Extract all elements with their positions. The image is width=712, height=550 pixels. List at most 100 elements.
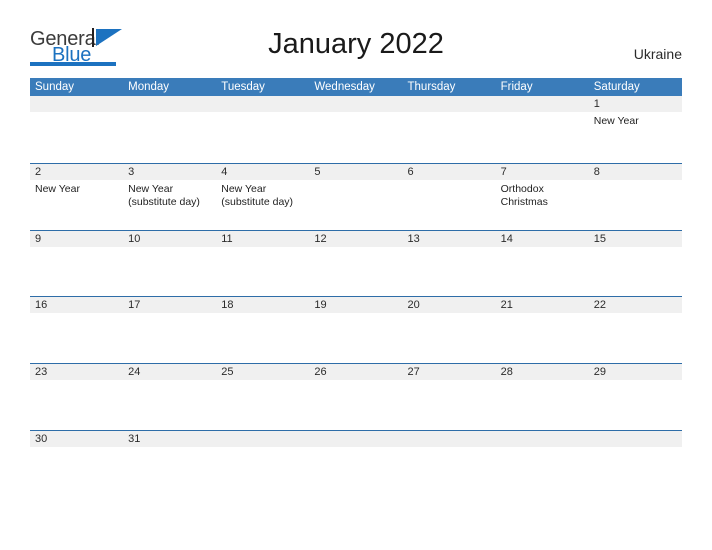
- calendar-week-row: 2 3 4 5 6 7 8 New Year New Year (substitute day) N…: [30, 162, 682, 230]
- day-number-empty: [216, 431, 309, 447]
- day-number[interactable]: 27: [403, 364, 496, 380]
- event-line: Christmas: [500, 196, 548, 208]
- day-number[interactable]: 2: [30, 164, 123, 180]
- day-event-text: New Year: [589, 112, 682, 161]
- day-cell-empty: [496, 112, 589, 161]
- event-line: New Year: [221, 182, 267, 195]
- day-number-band: 23 24 25 26 27 28 29: [30, 364, 682, 381]
- calendar-week-row: 30 31: [30, 429, 682, 497]
- calendar-week-row: 23 24 25 26 27 28 29: [30, 363, 682, 430]
- day-number[interactable]: 4: [216, 164, 309, 180]
- day-number[interactable]: 22: [589, 297, 682, 313]
- day-number-empty: [589, 431, 682, 447]
- day-number[interactable]: 23: [30, 364, 123, 380]
- day-number-band: 9 10 11 12 13 14 15: [30, 230, 682, 247]
- day-cell-empty: [403, 447, 496, 496]
- day-number-empty: [496, 431, 589, 447]
- day-event-band: [30, 247, 682, 296]
- day-number[interactable]: 18: [216, 297, 309, 313]
- weekday-header-thursday: Thursday: [407, 81, 456, 93]
- weekday-header-friday: Friday: [500, 81, 533, 93]
- calendar-page: General Blue January 2022 Ukraine Sunday…: [0, 0, 712, 550]
- day-number[interactable]: 21: [496, 297, 589, 313]
- day-number-empty: [496, 96, 589, 112]
- day-number[interactable]: 28: [496, 364, 589, 380]
- event-line: New Year: [593, 115, 639, 127]
- day-cell-empty: [309, 380, 402, 429]
- day-cell-empty: [309, 112, 402, 161]
- event-line: (substitute day): [128, 196, 200, 208]
- day-number[interactable]: 17: [123, 297, 216, 313]
- day-number[interactable]: 16: [30, 297, 123, 313]
- day-number[interactable]: 5: [309, 164, 402, 180]
- event-line: New Year: [35, 182, 80, 195]
- day-cell-empty: [123, 380, 216, 429]
- day-cell-empty: [496, 447, 589, 496]
- day-number[interactable]: 26: [309, 364, 402, 380]
- weekday-header-tuesday: Tuesday: [221, 81, 265, 93]
- day-number[interactable]: 24: [123, 364, 216, 380]
- day-cell-empty: [216, 112, 309, 161]
- calendar-week-row: 16 17 18 19 20 21 22: [30, 296, 682, 363]
- day-number[interactable]: 20: [403, 297, 496, 313]
- event-line: (substitute day): [221, 196, 294, 208]
- event-line: New Year: [128, 182, 174, 195]
- day-number-empty: [309, 96, 402, 112]
- calendar-weeks: 1 New Year 2 3 4 5 6 7 8 New Year New Year (substit…: [30, 96, 682, 497]
- day-event-text: New Year (substitute day): [123, 180, 216, 229]
- day-cell-empty: [309, 313, 402, 362]
- page-title: January 2022: [268, 28, 444, 60]
- weekday-header-sunday: Sunday: [35, 81, 75, 93]
- day-event-band: [30, 447, 682, 496]
- logo-underline-bar: [30, 62, 116, 66]
- day-cell-empty: [403, 247, 496, 296]
- day-number[interactable]: 30: [30, 431, 123, 447]
- day-number[interactable]: 3: [123, 164, 216, 180]
- day-cell-empty: [589, 247, 682, 296]
- day-number[interactable]: 25: [216, 364, 309, 380]
- day-number-empty: [403, 96, 496, 112]
- page-header: General Blue January 2022 Ukraine: [30, 26, 682, 72]
- day-number-empty: [30, 96, 123, 112]
- day-number-empty: [123, 96, 216, 112]
- day-number-empty: [403, 431, 496, 447]
- day-number[interactable]: 11: [216, 231, 309, 247]
- day-cell-empty: [403, 313, 496, 362]
- day-cell-empty: [403, 380, 496, 429]
- weekday-header-row: Sunday Monday Tuesday Wednesday Thursday…: [30, 78, 682, 96]
- day-cell-empty: [30, 313, 123, 362]
- day-number-empty: [216, 96, 309, 112]
- day-cell-empty: [309, 180, 402, 229]
- day-number[interactable]: 13: [403, 231, 496, 247]
- day-number[interactable]: 29: [589, 364, 682, 380]
- day-number[interactable]: 15: [589, 231, 682, 247]
- day-number[interactable]: 1: [589, 96, 682, 112]
- calendar-week-row: 9 10 11 12 13 14 15: [30, 229, 682, 297]
- day-cell-empty: [496, 313, 589, 362]
- day-event-band: New Year: [30, 112, 682, 161]
- day-event-band: New Year New Year (substitute day) New Year…: [30, 180, 682, 229]
- day-number[interactable]: 10: [123, 231, 216, 247]
- day-cell-empty: [496, 380, 589, 429]
- day-number[interactable]: 8: [589, 164, 682, 180]
- day-cell-empty: [123, 313, 216, 362]
- day-cell-empty: [216, 380, 309, 429]
- day-cell-empty: [216, 447, 309, 496]
- day-number[interactable]: 12: [309, 231, 402, 247]
- day-number[interactable]: 9: [30, 231, 123, 247]
- day-number-empty: [309, 431, 402, 447]
- day-number[interactable]: 7: [496, 164, 589, 180]
- country-label: Ukraine: [633, 46, 682, 62]
- day-number[interactable]: 31: [123, 431, 216, 447]
- day-cell-empty: [309, 447, 402, 496]
- day-number[interactable]: 6: [403, 164, 496, 180]
- day-event-text: New Year: [30, 180, 123, 229]
- day-cell-empty: [589, 447, 682, 496]
- day-cell-empty: [216, 313, 309, 362]
- day-event-band: [30, 380, 682, 429]
- day-cell-empty: [123, 447, 216, 496]
- day-number[interactable]: 19: [309, 297, 402, 313]
- day-cell-empty: [589, 313, 682, 362]
- day-number[interactable]: 14: [496, 231, 589, 247]
- event-line: Orthodox: [500, 182, 544, 195]
